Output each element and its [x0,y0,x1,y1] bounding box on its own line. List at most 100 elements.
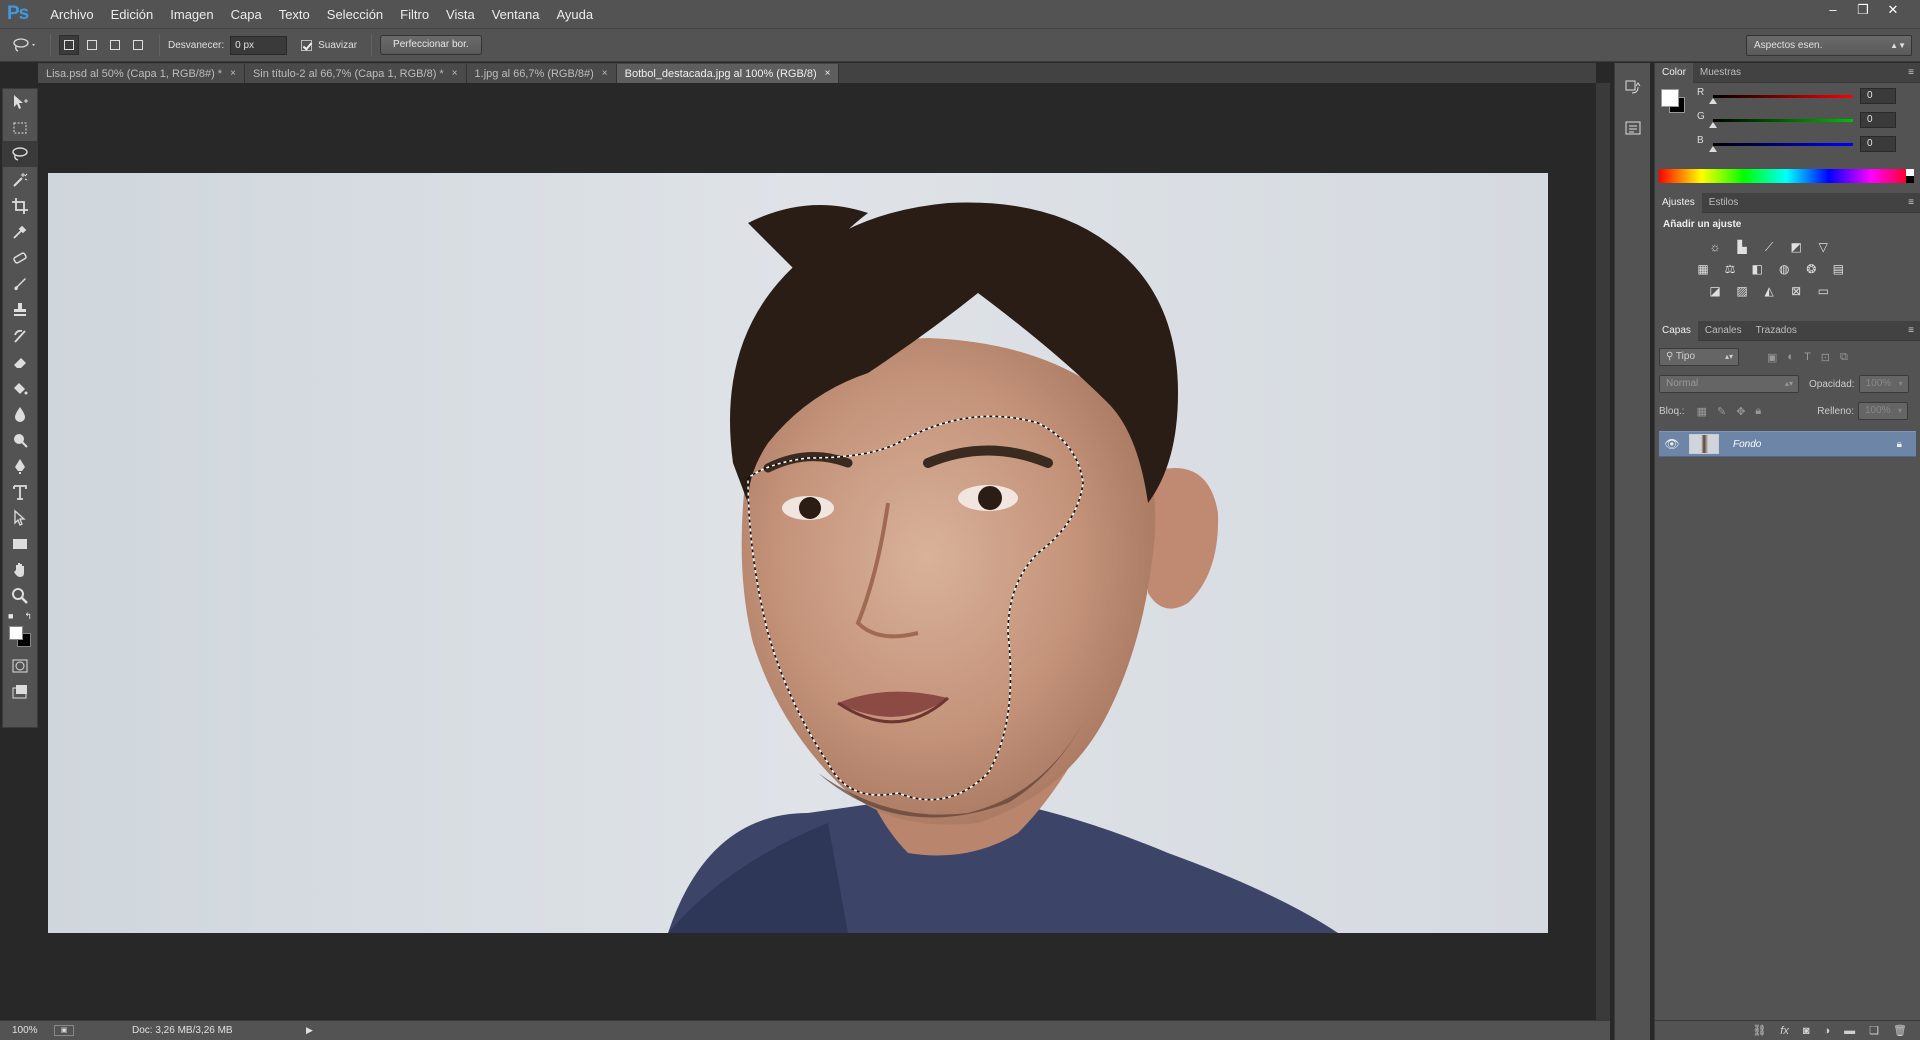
tab-close-icon[interactable]: × [825,68,831,79]
document-tab-lisa[interactable]: Lisa.psd al 50% (Capa 1, RGB/8#) * × [38,64,245,83]
slider-b[interactable]: B 0 [1655,131,1920,155]
delete-layer-icon[interactable]: 🗑︎ [1893,1024,1907,1037]
panel-menu-icon[interactable]: ≡ [1908,67,1914,78]
slider-thumb[interactable] [1709,146,1717,152]
marquee-tool-icon[interactable] [3,115,37,141]
tab-trazados[interactable]: Trazados [1749,321,1804,341]
menu-filtro[interactable]: Filtro [400,7,429,22]
slider-track[interactable] [1713,95,1853,98]
lock-position-icon[interactable]: ✥ [1736,405,1745,418]
slider-thumb[interactable] [1709,98,1717,104]
menu-archivo[interactable]: Archivo [50,7,93,22]
minimize-button[interactable]: – [1818,0,1848,20]
tab-muestras[interactable]: Muestras [1693,63,1748,83]
new-selection-icon[interactable] [59,35,79,55]
menu-capa[interactable]: Capa [231,7,262,22]
eyedropper-tool-icon[interactable] [3,219,37,245]
layer-thumbnail[interactable] [1689,434,1719,454]
filter-shape-icon[interactable]: ⊡ [1821,351,1830,364]
black-white-icon[interactable]: ◧ [1748,260,1766,278]
zoom-level[interactable]: 100% [12,1025,48,1036]
screen-mode-icon[interactable] [3,679,37,705]
channel-value[interactable]: 0 [1860,112,1896,128]
tab-close-icon[interactable]: × [452,68,458,79]
spectrum-white[interactable] [1906,169,1914,176]
gradient-map-icon[interactable]: ▭ [1814,282,1832,300]
status-menu-arrow-icon[interactable]: ▶ [306,1025,313,1036]
quick-mask-icon[interactable] [3,653,37,679]
vibrance-icon[interactable]: ▽ [1814,238,1832,256]
menu-texto[interactable]: Texto [279,7,310,22]
new-layer-icon[interactable]: ❏ [1869,1024,1879,1037]
layer-visibility-eye-icon[interactable]: 👁︎ [1659,437,1685,451]
slider-g[interactable]: G 0 [1655,107,1920,131]
tab-estilos[interactable]: Estilos [1702,193,1745,213]
tab-close-icon[interactable]: × [230,68,236,79]
menu-ventana[interactable]: Ventana [492,7,540,22]
intersect-selection-icon[interactable] [128,35,148,55]
document-tab-1jpg[interactable]: 1.jpg al 66,7% (RGB/8#) × [466,64,617,83]
paint-bucket-tool-icon[interactable] [3,375,37,401]
refine-edge-button[interactable]: Perfeccionar bor. [380,35,482,55]
channel-value[interactable]: 0 [1860,88,1896,104]
invert-icon[interactable]: ◪ [1706,282,1724,300]
workspace-dropdown[interactable]: Aspectos esen. ▲▼ [1746,35,1912,56]
menu-vista[interactable]: Vista [446,7,475,22]
slider-thumb[interactable] [1709,122,1717,128]
threshold-icon[interactable]: ◭ [1760,282,1778,300]
brush-tool-icon[interactable] [3,271,37,297]
zoom-tool-icon[interactable] [3,583,37,609]
magic-wand-tool-icon[interactable] [3,167,37,193]
vertical-scrollbar[interactable] [1596,83,1610,1020]
slider-r[interactable]: R 0 [1655,83,1920,107]
rectangle-tool-icon[interactable] [3,531,37,557]
filter-smart-icon[interactable]: ⧉ [1840,351,1848,364]
foreground-color-swatch[interactable] [9,626,23,640]
layer-row-fondo[interactable]: 👁︎ Fondo 🔒︎ [1659,431,1916,457]
exposure-icon[interactable]: ◩ [1787,238,1805,256]
new-group-icon[interactable]: ▬ [1844,1025,1855,1037]
layer-style-fx-icon[interactable]: fx [1780,1025,1789,1037]
image-canvas[interactable] [48,173,1548,933]
panel-menu-icon[interactable]: ≡ [1908,325,1914,336]
slider-track[interactable] [1713,119,1853,122]
subtract-selection-icon[interactable] [105,35,125,55]
blur-tool-icon[interactable] [3,401,37,427]
lasso-tool-icon[interactable] [3,141,37,167]
default-colors-icon[interactable]: ■ [8,611,13,621]
filter-pixel-icon[interactable]: ▣ [1767,351,1777,364]
panel-menu-icon[interactable]: ≡ [1908,197,1914,208]
menu-ayuda[interactable]: Ayuda [556,7,593,22]
history-brush-tool-icon[interactable] [3,323,37,349]
dodge-tool-icon[interactable] [3,427,37,453]
blend-mode-dropdown[interactable]: Normal ▴▾ [1659,375,1799,393]
channel-mixer-icon[interactable]: ❂ [1802,260,1820,278]
path-selection-tool-icon[interactable] [3,505,37,531]
hue-saturation-icon[interactable]: ▦ [1694,260,1712,278]
layer-name[interactable]: Fondo [1733,439,1897,450]
add-selection-icon[interactable] [82,35,102,55]
tab-capas[interactable]: Capas [1655,320,1698,341]
feather-input[interactable]: 0 px [230,35,288,55]
lasso-tool-preset-icon[interactable] [12,37,42,53]
new-adjustment-layer-icon[interactable]: ◑ [1824,1025,1831,1037]
brightness-icon[interactable]: ☼ [1706,238,1724,256]
swap-arrow-icon[interactable]: ↰ [24,611,32,622]
menu-seleccion[interactable]: Selección [327,7,383,22]
history-panel-icon[interactable] [1621,79,1645,103]
add-mask-icon[interactable]: ◙ [1803,1025,1810,1037]
photo-filter-icon[interactable]: ◍ [1775,260,1793,278]
color-spectrum-bar[interactable] [1659,169,1914,183]
selective-color-icon[interactable]: ⊠ [1787,282,1805,300]
crop-tool-icon[interactable] [3,193,37,219]
tab-canales[interactable]: Canales [1698,321,1749,341]
menu-imagen[interactable]: Imagen [170,7,213,22]
restore-button[interactable]: ❐ [1848,0,1878,20]
document-tab-sin-titulo[interactable]: Sin título-2 al 66,7% (Capa 1, RGB/8) * … [244,64,467,83]
color-swatches[interactable] [3,623,37,653]
color-lookup-icon[interactable]: ▤ [1829,260,1847,278]
channel-value[interactable]: 0 [1860,136,1896,152]
spectrum-black[interactable] [1906,176,1914,183]
tab-ajustes[interactable]: Ajustes [1655,192,1702,213]
lock-all-icon[interactable]: 🔒︎ [1755,405,1761,418]
